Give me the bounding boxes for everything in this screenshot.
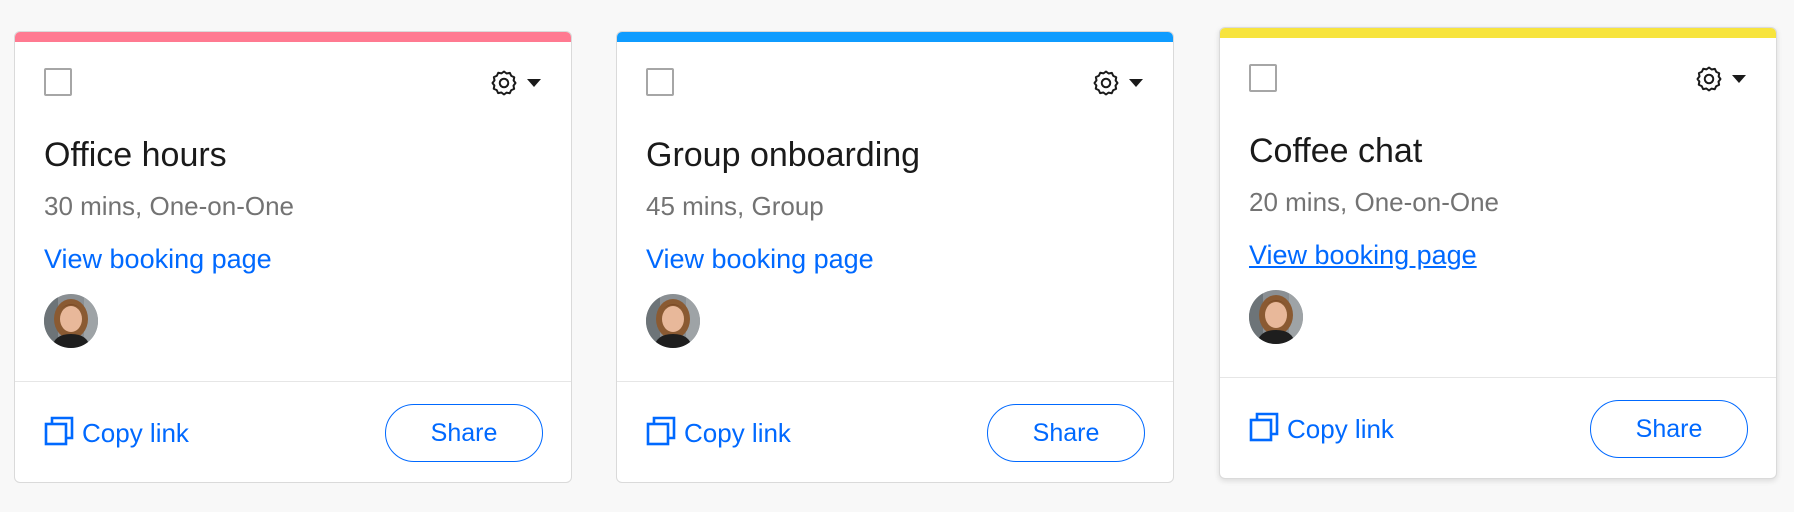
user-avatar xyxy=(44,294,98,348)
view-booking-page-link[interactable]: View booking page xyxy=(1249,240,1477,271)
card-body: Group onboarding 45 mins, Group View boo… xyxy=(617,42,1173,412)
card-body: Coffee chat 20 mins, One-on-One View boo… xyxy=(1220,38,1776,408)
card-color-stripe xyxy=(1220,28,1776,38)
settings-menu-button[interactable] xyxy=(1091,66,1145,100)
event-meta: 20 mins, One-on-One xyxy=(1249,187,1500,217)
caret-down-icon xyxy=(1732,74,1746,84)
copy-link-button[interactable]: Copy link xyxy=(646,416,791,451)
event-card: Coffee chat 20 mins, One-on-One View boo… xyxy=(1219,27,1777,479)
gear-icon xyxy=(489,68,519,98)
event-title: Coffee chat xyxy=(1249,132,1423,170)
share-button[interactable]: Share xyxy=(1590,400,1748,458)
caret-down-icon xyxy=(1129,78,1143,88)
card-footer: Copy link Share xyxy=(1220,378,1776,478)
event-title: Group onboarding xyxy=(646,136,921,174)
event-title: Office hours xyxy=(44,136,227,174)
copy-icon xyxy=(646,416,676,451)
settings-menu-button[interactable] xyxy=(489,66,543,100)
caret-down-icon xyxy=(527,78,541,88)
select-checkbox[interactable] xyxy=(44,68,72,96)
user-avatar xyxy=(1249,290,1303,344)
card-body: Office hours 30 mins, One-on-One View bo… xyxy=(15,42,571,412)
view-booking-page-link[interactable]: View booking page xyxy=(44,244,272,275)
event-card: Group onboarding 45 mins, Group View boo… xyxy=(616,31,1174,483)
select-checkbox[interactable] xyxy=(1249,64,1277,92)
event-card: Office hours 30 mins, One-on-One View bo… xyxy=(14,31,572,483)
copy-link-button[interactable]: Copy link xyxy=(1249,412,1394,447)
copy-link-label: Copy link xyxy=(82,418,189,448)
gear-icon xyxy=(1091,68,1121,98)
event-meta: 45 mins, Group xyxy=(646,191,824,221)
share-button[interactable]: Share xyxy=(385,404,543,462)
card-color-stripe xyxy=(617,32,1173,42)
card-color-stripe xyxy=(15,32,571,42)
event-meta: 30 mins, One-on-One xyxy=(44,191,295,221)
copy-icon xyxy=(44,416,74,451)
user-avatar xyxy=(646,294,700,348)
select-checkbox[interactable] xyxy=(646,68,674,96)
settings-menu-button[interactable] xyxy=(1694,62,1748,96)
share-button[interactable]: Share xyxy=(987,404,1145,462)
card-footer: Copy link Share xyxy=(617,382,1173,482)
view-booking-page-link[interactable]: View booking page xyxy=(646,244,874,275)
copy-icon xyxy=(1249,412,1279,447)
gear-icon xyxy=(1694,64,1724,94)
card-footer: Copy link Share xyxy=(15,382,571,482)
copy-link-label: Copy link xyxy=(1287,414,1394,444)
copy-link-button[interactable]: Copy link xyxy=(44,416,189,451)
copy-link-label: Copy link xyxy=(684,418,791,448)
